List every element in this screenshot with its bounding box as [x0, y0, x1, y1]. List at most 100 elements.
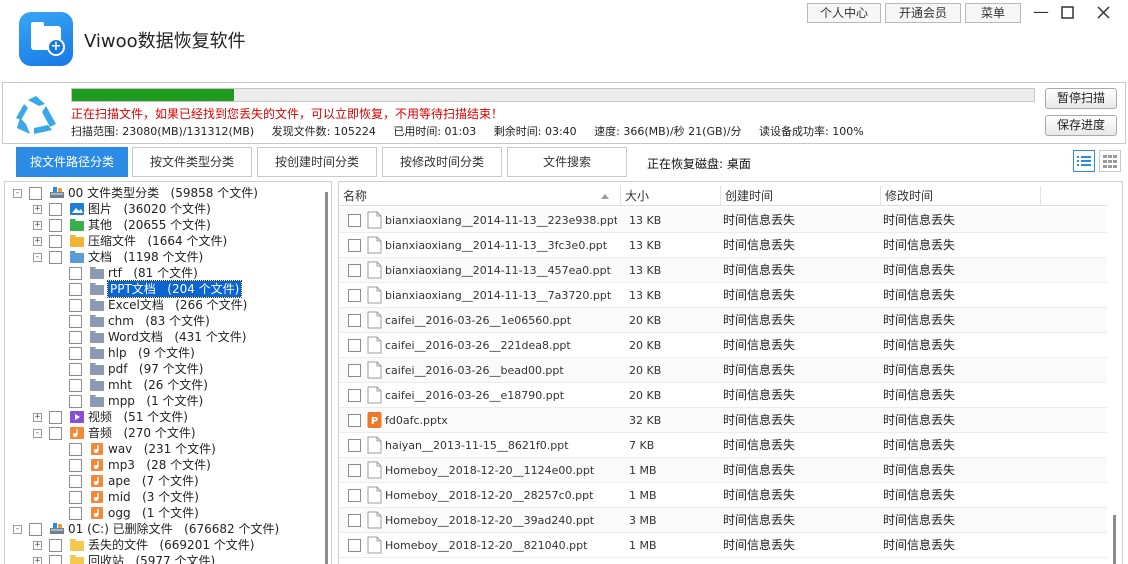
pause-scan-button[interactable]: 暂停扫描 [1045, 88, 1117, 109]
table-row[interactable]: bianxiaoxiang__2014-11-13__457ea0.ppt 13 … [339, 258, 1107, 283]
tree-checkbox[interactable] [69, 267, 82, 280]
list-view-icon[interactable] [1073, 150, 1095, 172]
tab-by-modified-time[interactable]: 按修改时间分类 [382, 147, 502, 177]
tree-checkbox[interactable] [69, 299, 82, 312]
row-checkbox[interactable] [348, 239, 361, 252]
row-checkbox[interactable] [348, 439, 361, 452]
table-row[interactable]: Homeboy__2018-12-20__39ad240.ppt 3 MB 时间信息… [339, 508, 1107, 533]
tree-checkbox[interactable] [49, 235, 62, 248]
expand-icon[interactable]: + [33, 221, 42, 230]
tree-item-count: (231 个文件) [143, 442, 216, 456]
row-checkbox[interactable] [348, 214, 361, 227]
tree-checkbox[interactable] [69, 347, 82, 360]
table-row[interactable]: haiyan__2013-11-15__8621f0.ppt 7 KB 时间信息丢失… [339, 433, 1107, 458]
grid-view-icon[interactable] [1099, 150, 1121, 172]
personal-center-button[interactable]: 个人中心 [807, 3, 881, 23]
folder-icon [89, 346, 105, 360]
expand-icon[interactable]: + [33, 237, 42, 246]
row-checkbox[interactable] [348, 314, 361, 327]
tree-item-name: chm [108, 314, 134, 328]
modified-time: 时间信息丢失 [883, 213, 956, 227]
row-checkbox[interactable] [348, 339, 361, 352]
tree-checkbox[interactable] [49, 411, 62, 424]
table-row[interactable]: bianxiaoxiang__2014-11-13__3fc3e0.ppt 13 … [339, 233, 1107, 258]
collapse-icon[interactable]: - [33, 429, 42, 438]
tree-checkbox[interactable] [49, 539, 62, 552]
table-row[interactable]: caifei__2016-03-26__1e06560.ppt 20 KB 时间信息… [339, 308, 1107, 333]
tree-checkbox[interactable] [49, 219, 62, 232]
file-name: bianxiaoxiang__2014-11-13__3fc3e0.ppt [385, 239, 608, 252]
file-size: 32 KB [629, 414, 662, 427]
table-row[interactable]: Pfd0afc.pptx 32 KB 时间信息丢失 时间信息丢失 [339, 408, 1107, 433]
row-checkbox[interactable] [348, 539, 361, 552]
tree-checkbox[interactable] [69, 283, 82, 296]
tab-by-type[interactable]: 按文件类型分类 [132, 147, 252, 177]
row-checkbox[interactable] [348, 264, 361, 277]
collapse-icon[interactable]: - [33, 253, 42, 262]
tree-checkbox[interactable] [69, 315, 82, 328]
tree-checkbox[interactable] [69, 443, 82, 456]
column-size[interactable]: 大小 [621, 186, 721, 206]
collapse-icon[interactable]: - [13, 189, 22, 198]
tree-checkbox[interactable] [49, 555, 62, 564]
tree-item-count: (28 个文件) [146, 458, 211, 472]
tree-checkbox[interactable] [69, 395, 82, 408]
collapse-icon[interactable]: - [13, 525, 22, 534]
vip-button[interactable]: 开通会员 [885, 3, 961, 23]
tree-checkbox[interactable] [49, 203, 62, 216]
created-time: 时间信息丢失 [723, 338, 796, 352]
table-row[interactable]: Homeboy__2018-12-20__28257c0.ppt 1 MB 时间信息… [339, 483, 1107, 508]
row-checkbox[interactable] [348, 414, 361, 427]
maximize-icon[interactable] [1054, 2, 1080, 22]
expand-icon[interactable]: + [33, 541, 42, 550]
table-row[interactable]: caifei__2016-03-26__bead00.ppt 20 KB 时间信息丢… [339, 358, 1107, 383]
row-checkbox[interactable] [348, 464, 361, 477]
row-checkbox[interactable] [348, 489, 361, 502]
row-checkbox[interactable] [348, 364, 361, 377]
svg-text:P: P [371, 416, 378, 427]
tree-item-label: 音频 (270 个文件) [88, 425, 196, 441]
column-created-time[interactable]: 创建时间 [721, 186, 881, 206]
tree-checkbox[interactable] [69, 491, 82, 504]
column-name[interactable]: 名称 [339, 186, 621, 206]
tree-checkbox[interactable] [29, 187, 42, 200]
tree-checkbox[interactable] [69, 379, 82, 392]
close-icon[interactable] [1090, 2, 1116, 22]
file-name: caifei__2016-03-26__221dea8.ppt [385, 339, 571, 352]
tree-checkbox[interactable] [69, 331, 82, 344]
expand-icon[interactable]: + [33, 413, 42, 422]
table-row[interactable]: Homeboy__2018-12-20__821040.ppt 1 MB 时间信息丢… [339, 533, 1107, 558]
tree-checkbox[interactable] [69, 507, 82, 520]
expand-icon[interactable]: + [33, 557, 42, 564]
tab-by-path[interactable]: 按文件路径分类 [16, 147, 128, 177]
tree-checkbox[interactable] [69, 363, 82, 376]
table-row[interactable]: Homeboy__2018-12-20__1124e00.ppt 1 MB 时间信息… [339, 458, 1107, 483]
tree-checkbox[interactable] [69, 475, 82, 488]
row-checkbox[interactable] [348, 289, 361, 302]
video-folder-icon [69, 410, 85, 424]
expand-icon[interactable]: + [33, 205, 42, 214]
minimize-icon[interactable]: — [1028, 2, 1054, 22]
column-modified-time[interactable]: 修改时间 [881, 186, 1041, 206]
table-scrollbar[interactable] [1109, 186, 1121, 564]
menu-button[interactable]: 菜单 [965, 3, 1021, 23]
tree-item-label: Excel文档 (266 个文件) [108, 297, 247, 313]
table-row[interactable]: caifei__2016-03-26__221dea8.ppt 20 KB 时间信息… [339, 333, 1107, 358]
file-icon [367, 436, 382, 454]
tree-checkbox[interactable] [49, 251, 62, 264]
modified-time: 时间信息丢失 [883, 238, 956, 252]
row-checkbox[interactable] [348, 389, 361, 402]
tree-checkbox[interactable] [69, 459, 82, 472]
tab-file-search[interactable]: 文件搜索 [507, 147, 627, 177]
table-row[interactable]: bianxiaoxiang__2014-11-13__223e938.ppt 13… [339, 208, 1107, 233]
save-progress-button[interactable]: 保存进度 [1045, 115, 1117, 136]
row-checkbox[interactable] [348, 514, 361, 527]
tab-by-created-time[interactable]: 按创建时间分类 [257, 147, 377, 177]
table-row[interactable]: caifei__2016-03-26__e18790.ppt 20 KB 时间信息丢… [339, 383, 1107, 408]
tree-checkbox[interactable] [29, 523, 42, 536]
tree-scrollbar[interactable] [323, 192, 331, 564]
tree-item-name: 视频 [88, 410, 113, 424]
tree-checkbox[interactable] [49, 427, 62, 440]
tree-item-name: 00 文件类型分类 [68, 186, 160, 200]
table-row[interactable]: bianxiaoxiang__2014-11-13__7a3720.ppt 13 … [339, 283, 1107, 308]
